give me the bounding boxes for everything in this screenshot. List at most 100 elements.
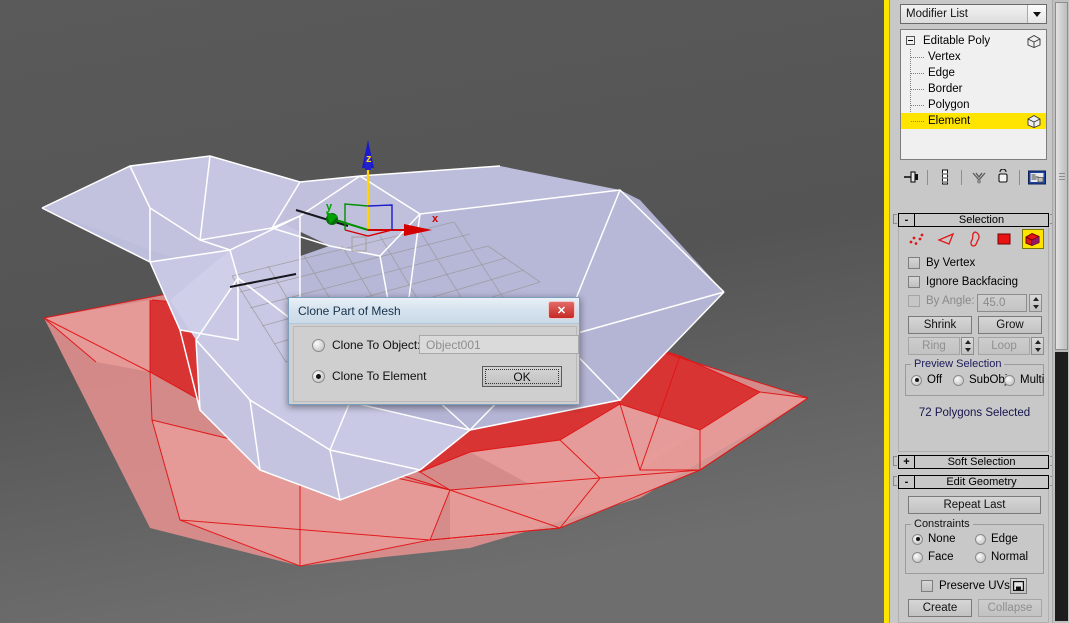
constraint-normal-radio[interactable]: Normal bbox=[975, 551, 1028, 563]
radio-dot[interactable] bbox=[975, 551, 986, 563]
checkbox-box[interactable] bbox=[908, 276, 920, 288]
rollout-header-edit-geometry[interactable]: - Edit Geometry bbox=[898, 475, 1049, 489]
gizmo-y-label: y bbox=[326, 201, 333, 213]
stack-item-label: Vertex bbox=[928, 51, 961, 63]
polygon-icon[interactable] bbox=[993, 229, 1015, 249]
dialog-title: Clone Part of Mesh bbox=[298, 303, 401, 318]
command-panel-scrollbar[interactable] bbox=[1052, 0, 1069, 623]
radio-dot[interactable] bbox=[911, 374, 922, 386]
command-panel: Modifier List Editable Poly Vertex Edge … bbox=[889, 0, 1069, 623]
dialog-body: Clone To Object: Object001 Clone To Elem… bbox=[293, 326, 579, 402]
constraint-none-radio[interactable]: None bbox=[912, 533, 956, 545]
element-icon[interactable] bbox=[1021, 229, 1044, 249]
stack-item-border[interactable]: Border bbox=[901, 81, 1046, 97]
constraint-face-radio[interactable]: Face bbox=[912, 551, 954, 563]
rollout-title: Soft Selection bbox=[947, 456, 1016, 468]
command-panel-scroll-area: Modifier List Editable Poly Vertex Edge … bbox=[890, 0, 1053, 623]
ignore-backfacing-checkbox[interactable]: Ignore Backfacing bbox=[908, 276, 1018, 288]
constraint-none-label: None bbox=[928, 533, 956, 545]
rollout-title: Selection bbox=[958, 214, 1005, 226]
uv-settings-icon[interactable] bbox=[1010, 578, 1027, 594]
repeat-last-button[interactable]: Repeat Last bbox=[908, 496, 1041, 514]
modifier-list-dropdown[interactable]: Modifier List bbox=[900, 4, 1047, 24]
radio-dot[interactable] bbox=[975, 533, 986, 545]
vertex-icon[interactable] bbox=[906, 229, 928, 249]
checkbox-box[interactable] bbox=[908, 295, 920, 307]
checkbox-box[interactable] bbox=[921, 580, 933, 592]
configure-modifier-sets-icon[interactable] bbox=[1026, 167, 1047, 187]
loop-label: Loop bbox=[991, 340, 1017, 352]
3dsmax-window: z x y Modifier List Editable Poly Vertex… bbox=[0, 0, 1069, 623]
stack-item-editable-poly[interactable]: Editable Poly bbox=[901, 33, 1046, 49]
by-vertex-checkbox[interactable]: By Vertex bbox=[908, 257, 975, 269]
edge-icon[interactable] bbox=[935, 229, 957, 249]
pin-stack-icon[interactable] bbox=[900, 167, 921, 187]
border-icon[interactable] bbox=[964, 229, 986, 249]
radio-dot[interactable] bbox=[312, 338, 325, 352]
stack-item-element[interactable]: Element bbox=[901, 113, 1046, 129]
checkbox-box[interactable] bbox=[908, 257, 920, 269]
preview-off-label: Off bbox=[927, 374, 943, 386]
by-angle-spinner[interactable] bbox=[1029, 294, 1042, 312]
preview-multi-radio[interactable]: Multi bbox=[1004, 374, 1044, 386]
radio-dot[interactable] bbox=[912, 533, 923, 545]
rollout-ear-left bbox=[893, 456, 897, 466]
rollout-toggle-icon[interactable]: - bbox=[899, 476, 915, 488]
rollout-header-soft-selection[interactable]: + Soft Selection bbox=[898, 455, 1049, 469]
close-icon[interactable]: ✕ bbox=[548, 301, 575, 319]
shrink-button[interactable]: Shrink bbox=[908, 316, 972, 334]
by-angle-checkbox[interactable]: By Angle: bbox=[908, 295, 975, 307]
constraint-edge-radio[interactable]: Edge bbox=[975, 533, 1018, 545]
preview-subobj-radio[interactable]: SubObj bbox=[953, 374, 1007, 386]
preserve-uvs-label: Preserve UVs bbox=[939, 580, 1010, 592]
rollout-ear-left bbox=[893, 214, 897, 224]
loop-spinner[interactable] bbox=[1031, 337, 1044, 355]
gizmo-x-label: x bbox=[432, 213, 439, 225]
object-name-input[interactable]: Object001 bbox=[419, 335, 579, 354]
clone-to-object-radio[interactable]: Clone To Object: bbox=[312, 338, 421, 352]
rollout-header-selection[interactable]: - Selection bbox=[898, 213, 1049, 227]
constraint-normal-label: Normal bbox=[991, 551, 1029, 563]
ring-button[interactable]: Ring bbox=[908, 337, 960, 355]
stack-item-label: Border bbox=[928, 83, 963, 95]
by-angle-input[interactable]: 45.0 bbox=[977, 294, 1027, 312]
preserve-uvs-checkbox[interactable]: Preserve UVs bbox=[921, 580, 1010, 592]
scrollbar-grip bbox=[1059, 173, 1065, 182]
ignore-backfacing-label: Ignore Backfacing bbox=[926, 276, 1019, 288]
stack-item-vertex[interactable]: Vertex bbox=[901, 49, 1046, 65]
dialog-title-bar[interactable]: Clone Part of Mesh ✕ bbox=[289, 298, 579, 324]
chevron-down-icon[interactable] bbox=[1027, 5, 1046, 23]
stack-item-polygon[interactable]: Polygon bbox=[901, 97, 1046, 113]
collapse-expander-icon[interactable] bbox=[906, 36, 915, 45]
collapse-button[interactable]: Collapse bbox=[978, 599, 1042, 617]
modifier-stack-toolbar bbox=[900, 166, 1047, 188]
shrink-label: Shrink bbox=[923, 319, 957, 331]
constraint-edge-label: Edge bbox=[991, 533, 1018, 545]
radio-dot[interactable] bbox=[1004, 374, 1015, 386]
ring-spinner[interactable] bbox=[961, 337, 974, 355]
gizmo-z-label: z bbox=[366, 153, 372, 165]
rollout-toggle-icon[interactable]: + bbox=[899, 456, 915, 468]
stack-item-edge[interactable]: Edge bbox=[901, 65, 1046, 81]
radio-dot[interactable] bbox=[912, 551, 923, 563]
make-unique-icon[interactable] bbox=[968, 167, 989, 187]
rollout-body-edit-geometry: Repeat Last Constraints None Edge Face N… bbox=[898, 489, 1049, 623]
modifier-stack-list[interactable]: Editable Poly Vertex Edge Border Polygon… bbox=[900, 29, 1047, 160]
rollout-toggle-icon[interactable]: - bbox=[899, 214, 915, 226]
create-button[interactable]: Create bbox=[908, 599, 972, 617]
scrollbar-lower-area[interactable] bbox=[1055, 352, 1068, 621]
radio-dot[interactable] bbox=[953, 374, 964, 386]
remove-modifier-icon[interactable] bbox=[992, 167, 1013, 187]
clone-part-of-mesh-dialog[interactable]: Clone Part of Mesh ✕ Clone To Object: Ob… bbox=[288, 297, 580, 405]
preview-off-radio[interactable]: Off bbox=[911, 374, 942, 386]
constraints-group bbox=[905, 524, 1044, 574]
grow-button[interactable]: Grow bbox=[978, 316, 1042, 334]
constraints-title: Constraints bbox=[911, 518, 973, 530]
radio-dot[interactable] bbox=[312, 369, 325, 383]
loop-button[interactable]: Loop bbox=[978, 337, 1030, 355]
scrollbar-thumb[interactable] bbox=[1055, 2, 1068, 350]
show-end-result-icon[interactable] bbox=[934, 167, 955, 187]
ok-button[interactable]: OK bbox=[482, 366, 562, 387]
create-label: Create bbox=[922, 602, 958, 614]
clone-to-element-radio[interactable]: Clone To Element bbox=[312, 369, 427, 383]
